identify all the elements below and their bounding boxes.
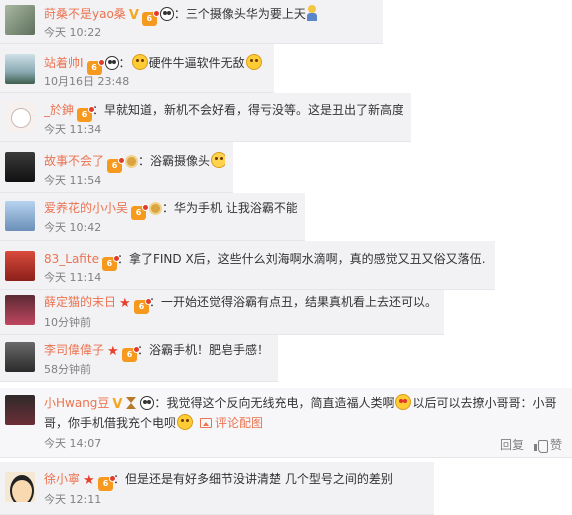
verified-v-icon: V: [128, 8, 139, 23]
comment-picture-link[interactable]: 评论配图: [215, 416, 263, 430]
medal-icon: [125, 155, 139, 168]
separator: ：: [173, 7, 186, 21]
comment-username[interactable]: 站着帅I: [44, 56, 84, 70]
comment-time: 今天 12:11: [44, 493, 102, 506]
avatar[interactable]: [5, 152, 35, 182]
avatar[interactable]: [5, 5, 35, 35]
avatar[interactable]: [5, 395, 35, 425]
vip-crown-icon[interactable]: 6: [141, 10, 160, 26]
comment-username[interactable]: 李司偉偉子: [44, 343, 104, 357]
vip-crown-icon[interactable]: 6: [131, 204, 150, 220]
medal-icon: [149, 202, 163, 215]
comment-item: 李司偉偉子 ★ 6 ：浴霸手机！肥皂手感！ 58分钟前: [0, 335, 278, 382]
comment-item: 故事不会了 6 ：浴霸摄像头 今天 11:54: [0, 142, 233, 193]
comment-username[interactable]: 83_Lafite: [44, 252, 99, 266]
vip-crown-icon[interactable]: 6: [134, 298, 153, 314]
vip-crown-icon[interactable]: 6: [101, 255, 120, 271]
comment-text: 但是还是有好多细节没讲清楚 几个型号之间的差别: [125, 472, 393, 486]
star-icon: ★: [119, 296, 131, 311]
avatar[interactable]: [5, 295, 35, 325]
comment-text: 华为手机 让我浴霸不能: [174, 201, 297, 215]
avatar[interactable]: [5, 54, 35, 84]
avatar[interactable]: [5, 102, 35, 132]
separator: ：: [118, 56, 131, 70]
separator: ：: [154, 396, 167, 410]
comment-feed: 莳桑不是yao桑 V 6 ：三个摄像头华为要上天 今天 10:22 站着帅I 6：硬件牛…: [0, 0, 572, 515]
comment-text: 浴霸摄像头: [150, 154, 211, 168]
comment-item: 莳桑不是yao桑 V 6 ：三个摄像头华为要上天 今天 10:22: [0, 0, 383, 44]
comment-text: 早就知道，新机不会好看，得亏没等。这是丑出了新高度啊: [104, 103, 403, 117]
laughing-emoji-icon: [211, 152, 225, 168]
comment-time: 今天 11:34: [44, 123, 102, 136]
image-icon: [200, 418, 213, 428]
vip-crown-icon[interactable]: 6: [122, 346, 141, 362]
comment-time: 今天 11:54: [44, 174, 102, 187]
comment-time: 今天 10:22: [44, 26, 102, 39]
like-button[interactable]: 赞: [550, 438, 562, 452]
laughing-emoji-icon: [245, 54, 262, 70]
vip-crown-icon[interactable]: 6: [107, 157, 126, 173]
comment-time: 今天 11:14: [44, 271, 102, 284]
comment-item: 小Hwang豆 V ：我觉得这个反向无线充电，简直造福人类啊 以后可以去撩小哥哥：小哥…: [0, 388, 572, 458]
star-icon: ★: [107, 344, 119, 359]
verified-v-icon: V: [112, 397, 123, 411]
comment-time: 10月16日 23:48: [44, 75, 130, 88]
panda-icon: [104, 56, 119, 70]
comment-time: 今天 14:07: [44, 437, 102, 450]
separator: ：: [138, 154, 151, 168]
comment-text-cont: 哥，你手机借我充个电呗: [44, 416, 177, 430]
avatar[interactable]: [5, 472, 35, 502]
comment-item: 薛定猫的末日 ★ 6 ：一开始还觉得浴霸有点丑，结果真机看上去还可以。 10分钟前: [0, 290, 444, 335]
cheer-emoji-icon: [306, 5, 318, 21]
avatar[interactable]: [5, 251, 35, 281]
star-icon: ★: [83, 473, 95, 488]
comment-text: 一开始还觉得浴霸有点丑，结果真机看上去还可以。: [161, 295, 436, 309]
comment-time: 10分钟前: [44, 316, 91, 329]
comment-time: 今天 10:42: [44, 221, 102, 234]
avatar[interactable]: [5, 201, 35, 231]
comment-username[interactable]: 故事不会了: [44, 154, 104, 168]
comment-text-cont: 以后可以去撩小哥哥：小哥: [412, 396, 557, 410]
separator: ：: [162, 201, 175, 215]
comment-username[interactable]: 小Hwang豆: [44, 396, 109, 410]
vip-crown-icon[interactable]: 6: [77, 106, 96, 122]
comment-text: 拿了FIND X后，这些什么刘海啊水滴啊，真的感觉又丑又俗又落伍……: [128, 252, 487, 266]
comment-time: 58分钟前: [44, 363, 91, 376]
smile-emoji-icon: [177, 414, 194, 430]
comment-item: 爱养花的小小吴 6 ：华为手机 让我浴霸不能 今天 10:42: [0, 193, 305, 241]
heart-eyes-emoji-icon: [395, 394, 412, 410]
comment-text: 硬件牛逼软件无敌: [148, 56, 245, 70]
comment-text: 三个摄像头华为要上天: [185, 7, 306, 21]
comment-item: _於鉮 6 ：早就知道，新机不会好看，得亏没等。这是丑出了新高度啊 今天 11:34: [0, 93, 411, 142]
comment-text: 浴霸手机！肥皂手感！: [149, 343, 270, 357]
panda-icon: [159, 7, 174, 21]
vip-crown-icon[interactable]: 6: [86, 59, 105, 75]
vip-crown-icon[interactable]: 6: [98, 475, 117, 491]
comment-text: 我觉得这个反向无线充电，简直造福人类啊: [166, 396, 395, 410]
comment-username[interactable]: 薛定猫的末日: [44, 295, 116, 309]
reply-button[interactable]: 回复: [500, 438, 524, 452]
panda-icon: [140, 396, 155, 410]
laughing-emoji-icon: [131, 54, 148, 70]
comment-username[interactable]: 徐小寧: [44, 472, 80, 486]
comment-username[interactable]: 莳桑不是yao桑: [44, 7, 126, 21]
comment-username[interactable]: 爱养花的小小吴: [44, 201, 128, 215]
hourglass-icon: [125, 396, 137, 410]
thumbs-up-icon[interactable]: [533, 439, 548, 453]
comment-item: 83_Lafite 6 ：拿了FIND X后，这些什么刘海啊水滴啊，真的感觉又丑又俗…: [0, 241, 495, 290]
avatar[interactable]: [5, 342, 35, 372]
comment-username[interactable]: _於鉮: [44, 103, 74, 117]
comment-item: 徐小寧 ★ 6 ：但是还是有好多细节没讲清楚 几个型号之间的差别 今天 12:11: [0, 462, 434, 515]
comment-item: 站着帅I 6 ： 硬件牛逼软件无敌 10月16日 23:48: [0, 44, 274, 93]
